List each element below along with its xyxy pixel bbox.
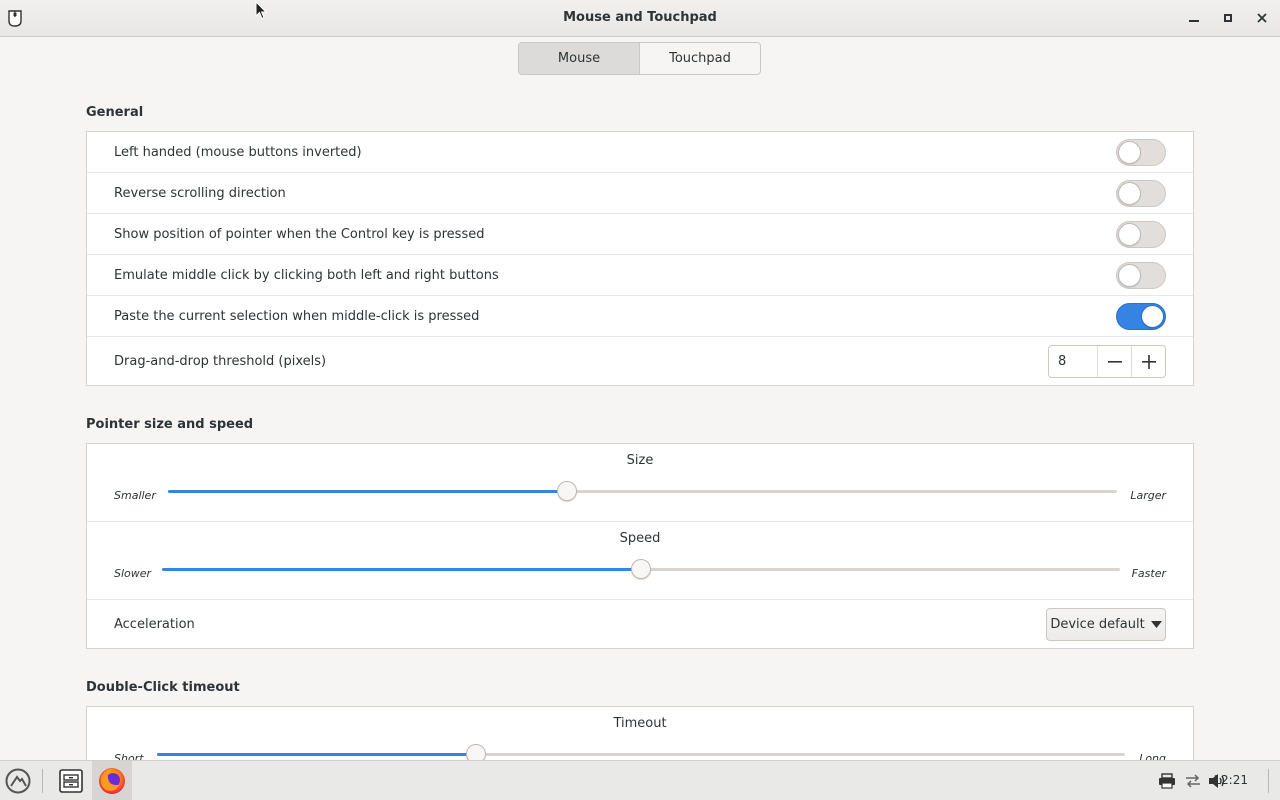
size-slider-thumb[interactable] <box>556 481 577 501</box>
left-handed-switch[interactable] <box>1116 139 1166 166</box>
acceleration-row: Acceleration Device default <box>87 600 1193 648</box>
maximize-button[interactable] <box>1218 8 1238 28</box>
taskbar: 12:21 <box>0 760 1280 800</box>
clock[interactable]: 12:21 <box>1213 773 1248 787</box>
printer-icon <box>1159 773 1175 789</box>
switch-knob <box>1118 182 1141 205</box>
mouse-pointer-icon <box>255 1 267 20</box>
switch-knob <box>1118 141 1141 164</box>
drag-threshold-value[interactable]: 8 <box>1049 346 1097 377</box>
speed-slider[interactable] <box>162 559 1120 579</box>
speed-title: Speed <box>619 531 661 546</box>
speed-row: Speed Slower Faster <box>87 522 1193 600</box>
locate-pointer-row: Show position of pointer when the Contro… <box>87 214 1193 255</box>
reverse-scrolling-label: Reverse scrolling direction <box>114 185 286 201</box>
acceleration-selected: Device default <box>1050 617 1145 632</box>
timeout-slider-fill <box>157 753 477 756</box>
menu-icon <box>5 768 31 794</box>
plus-icon <box>1141 354 1156 369</box>
size-title: Size <box>626 453 654 468</box>
size-row: Size Smaller Larger <box>87 444 1193 522</box>
pointer-section-title: Pointer size and speed <box>86 417 254 432</box>
app-menu-button[interactable] <box>2 761 34 800</box>
taskbar-separator <box>42 769 43 793</box>
taskbar-separator <box>1268 769 1269 793</box>
switch-knob <box>1118 264 1141 287</box>
pointer-frame: Size Smaller Larger Speed Slower Faster … <box>86 443 1194 649</box>
title-bar: Mouse and Touchpad <box>0 0 1280 37</box>
close-button[interactable] <box>1252 8 1272 28</box>
general-section-title: General <box>86 105 144 120</box>
acceleration-dropdown[interactable]: Device default <box>1046 608 1166 641</box>
decrease-button[interactable] <box>1097 346 1131 377</box>
minimize-icon <box>1189 20 1199 22</box>
drag-threshold-label: Drag-and-drop threshold (pixels) <box>114 353 327 369</box>
timeout-slider-thumb[interactable] <box>466 744 487 760</box>
middle-click-emulation-row: Emulate middle click by clicking both le… <box>87 255 1193 296</box>
firefox-task[interactable] <box>92 761 132 800</box>
timeout-max-label: Long <box>1139 752 1166 760</box>
double-click-frame: Timeout Short Long <box>86 706 1194 760</box>
middle-click-paste-switch[interactable] <box>1116 303 1166 330</box>
minus-icon <box>1107 360 1122 363</box>
middle-click-emulation-switch[interactable] <box>1116 262 1166 289</box>
size-slider[interactable] <box>168 481 1117 501</box>
reverse-scrolling-row: Reverse scrolling direction <box>87 173 1193 214</box>
speed-slider-fill <box>162 568 641 571</box>
timeout-row: Timeout Short Long <box>87 707 1193 760</box>
timeout-min-label: Short <box>114 752 144 760</box>
file-manager-icon <box>59 769 83 793</box>
switch-knob <box>1118 223 1141 246</box>
timeout-slider[interactable] <box>157 744 1125 760</box>
locate-pointer-label: Show position of pointer when the Contro… <box>114 226 485 242</box>
left-handed-label: Left handed (mouse buttons inverted) <box>114 144 362 160</box>
reverse-scrolling-switch[interactable] <box>1116 180 1166 207</box>
general-frame: Left handed (mouse buttons inverted) Rev… <box>86 131 1194 386</box>
size-min-label: Smaller <box>114 489 156 502</box>
file-manager-launcher[interactable] <box>54 761 88 800</box>
drag-threshold-row: Drag-and-drop threshold (pixels) 8 <box>87 337 1193 385</box>
left-handed-row: Left handed (mouse buttons inverted) <box>87 132 1193 173</box>
drag-threshold-spinbutton: 8 <box>1048 345 1166 378</box>
settings-content[interactable]: General Left handed (mouse buttons inver… <box>0 38 1280 760</box>
switch-knob <box>1141 305 1164 328</box>
size-slider-fill <box>168 490 567 493</box>
locate-pointer-switch[interactable] <box>1116 221 1166 248</box>
chevron-down-icon <box>1150 621 1162 628</box>
timeout-title: Timeout <box>613 716 667 731</box>
increase-button[interactable] <box>1131 346 1165 377</box>
speed-max-label: Faster <box>1131 567 1166 580</box>
minimize-button[interactable] <box>1184 8 1204 28</box>
middle-click-paste-row: Paste the current selection when middle-… <box>87 296 1193 337</box>
printer-tray-button[interactable] <box>1156 761 1178 800</box>
window-title: Mouse and Touchpad <box>563 10 717 25</box>
double-click-section-title: Double-Click timeout <box>86 680 240 695</box>
network-icon <box>1186 774 1200 788</box>
speed-slider-thumb[interactable] <box>631 559 651 579</box>
middle-click-emulation-label: Emulate middle click by clicking both le… <box>114 267 499 283</box>
firefox-icon <box>99 768 125 794</box>
size-max-label: Larger <box>1130 489 1166 502</box>
close-icon <box>1257 13 1267 23</box>
middle-click-paste-label: Paste the current selection when middle-… <box>114 308 480 324</box>
speed-min-label: Slower <box>114 567 152 580</box>
network-tray-button[interactable] <box>1182 761 1204 800</box>
acceleration-label: Acceleration <box>114 616 195 632</box>
maximize-icon <box>1224 14 1232 22</box>
